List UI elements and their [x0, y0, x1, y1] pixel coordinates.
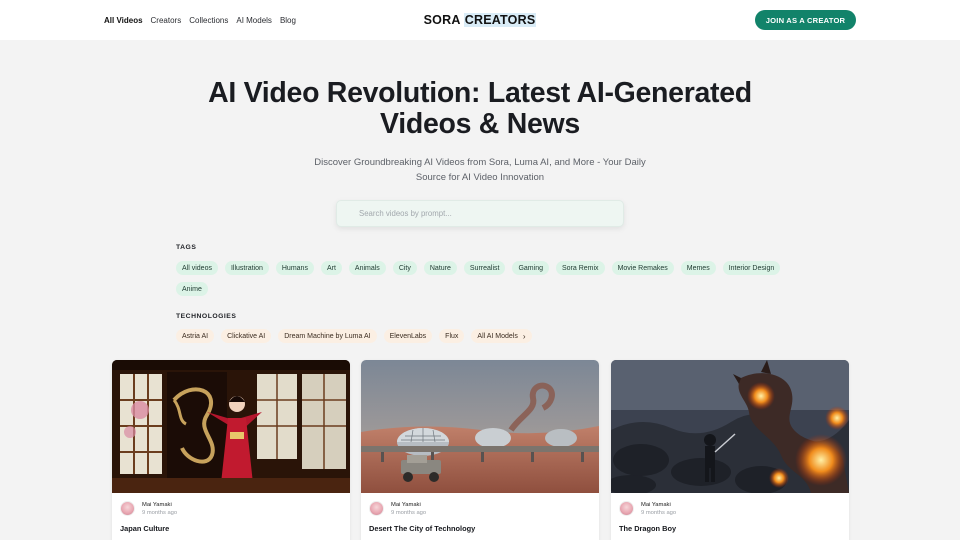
- site-logo[interactable]: SORA CREATORS: [424, 13, 537, 27]
- tech-chip-astria-ai[interactable]: Astria AI: [176, 329, 215, 343]
- post-time: 9 months ago: [391, 510, 427, 516]
- video-title[interactable]: The Dragon Boy: [619, 524, 676, 533]
- video-thumbnail[interactable]: [361, 360, 599, 493]
- chevron-right-icon: ›: [522, 331, 526, 341]
- tag-chip-gaming[interactable]: Gaming: [512, 261, 549, 275]
- main-nav: All Videos Creators Collections AI Model…: [104, 0, 296, 40]
- video-title[interactable]: Japan Culture: [120, 524, 169, 533]
- all-ai-models-label: All AI Models: [477, 332, 518, 340]
- all-ai-models-link[interactable]: All AI Models ›: [471, 329, 532, 343]
- tag-chip-surrealist[interactable]: Surrealist: [463, 261, 506, 275]
- video-title[interactable]: Desert The City of Technology: [369, 524, 475, 533]
- tech-chip-flux[interactable]: Flux: [439, 329, 465, 343]
- tag-chip-sora-remix[interactable]: Sora Remix: [555, 261, 605, 275]
- tag-chip-movie-remakes[interactable]: Movie Remakes: [611, 261, 674, 275]
- join-as-creator-button[interactable]: JOIN AS A CREATOR: [755, 10, 856, 30]
- tech-chip-elevenlabs[interactable]: ElevenLabs: [383, 329, 433, 343]
- tech-chip-dream-machine[interactable]: Dream Machine by Luma AI: [278, 329, 377, 343]
- logo-text-sora: SORA: [423, 13, 464, 27]
- tag-chip-interior-design[interactable]: Interior Design: [722, 261, 781, 275]
- tag-chip-memes[interactable]: Memes: [680, 261, 716, 275]
- video-card[interactable]: Mai Yamaki 9 months ago Japan Culture: [112, 360, 350, 540]
- tag-chip-art[interactable]: Art: [320, 261, 342, 275]
- post-time: 9 months ago: [142, 510, 178, 516]
- technologies-section-label: TECHNOLOGIES: [176, 313, 237, 320]
- tag-chip-anime[interactable]: Anime: [176, 282, 208, 296]
- creator-avatar[interactable]: [369, 501, 384, 516]
- nav-link-blog[interactable]: Blog: [280, 16, 296, 25]
- tag-chip-humans[interactable]: Humans: [275, 261, 314, 275]
- hero-title: AI Video Revolution: Latest AI-Generated…: [208, 77, 752, 140]
- search-input[interactable]: [359, 209, 623, 218]
- nav-link-collections[interactable]: Collections: [189, 16, 228, 25]
- tag-chip-city[interactable]: City: [392, 261, 417, 275]
- tag-chip-illustration[interactable]: Illustration: [224, 261, 269, 275]
- creator-name[interactable]: Mai Yamaki: [641, 502, 671, 508]
- top-nav-bar: All Videos Creators Collections AI Model…: [0, 0, 960, 40]
- tag-chip-all-videos[interactable]: All videos: [176, 261, 218, 275]
- video-card[interactable]: Mai Yamaki 9 months ago Desert The City …: [361, 360, 599, 540]
- hero-subtitle: Discover Groundbreaking AI Videos from S…: [314, 157, 646, 183]
- video-card[interactable]: Mai Yamaki 9 months ago The Dragon Boy: [611, 360, 849, 540]
- post-time: 9 months ago: [641, 510, 677, 516]
- search-box: [336, 200, 624, 227]
- creator-name[interactable]: Mai Yamaki: [391, 502, 421, 508]
- creator-name[interactable]: Mai Yamaki: [142, 502, 172, 508]
- video-thumbnail[interactable]: [611, 360, 849, 493]
- creator-avatar[interactable]: [619, 501, 634, 516]
- nav-link-ai-models[interactable]: AI Models: [236, 16, 272, 25]
- thumbnail-image-japan-culture: [112, 360, 350, 493]
- logo-text-creators: CREATORS: [463, 13, 537, 27]
- video-thumbnail[interactable]: [112, 360, 350, 493]
- tech-chip-clickative-ai[interactable]: Clickative AI: [221, 329, 272, 343]
- tags-list: All videos Illustration Humans Art Anima…: [176, 261, 796, 296]
- thumbnail-image-desert-city: [361, 360, 599, 493]
- tag-chip-animals[interactable]: Animals: [348, 261, 386, 275]
- nav-link-creators[interactable]: Creators: [151, 16, 182, 25]
- technologies-list: Astria AI Clickative AI Dream Machine by…: [176, 329, 796, 343]
- nav-link-all-videos[interactable]: All Videos: [104, 16, 143, 25]
- thumbnail-image-dragon-boy: [611, 360, 849, 493]
- tag-chip-nature[interactable]: Nature: [423, 261, 457, 275]
- tags-section-label: TAGS: [176, 244, 197, 251]
- creator-avatar[interactable]: [120, 501, 135, 516]
